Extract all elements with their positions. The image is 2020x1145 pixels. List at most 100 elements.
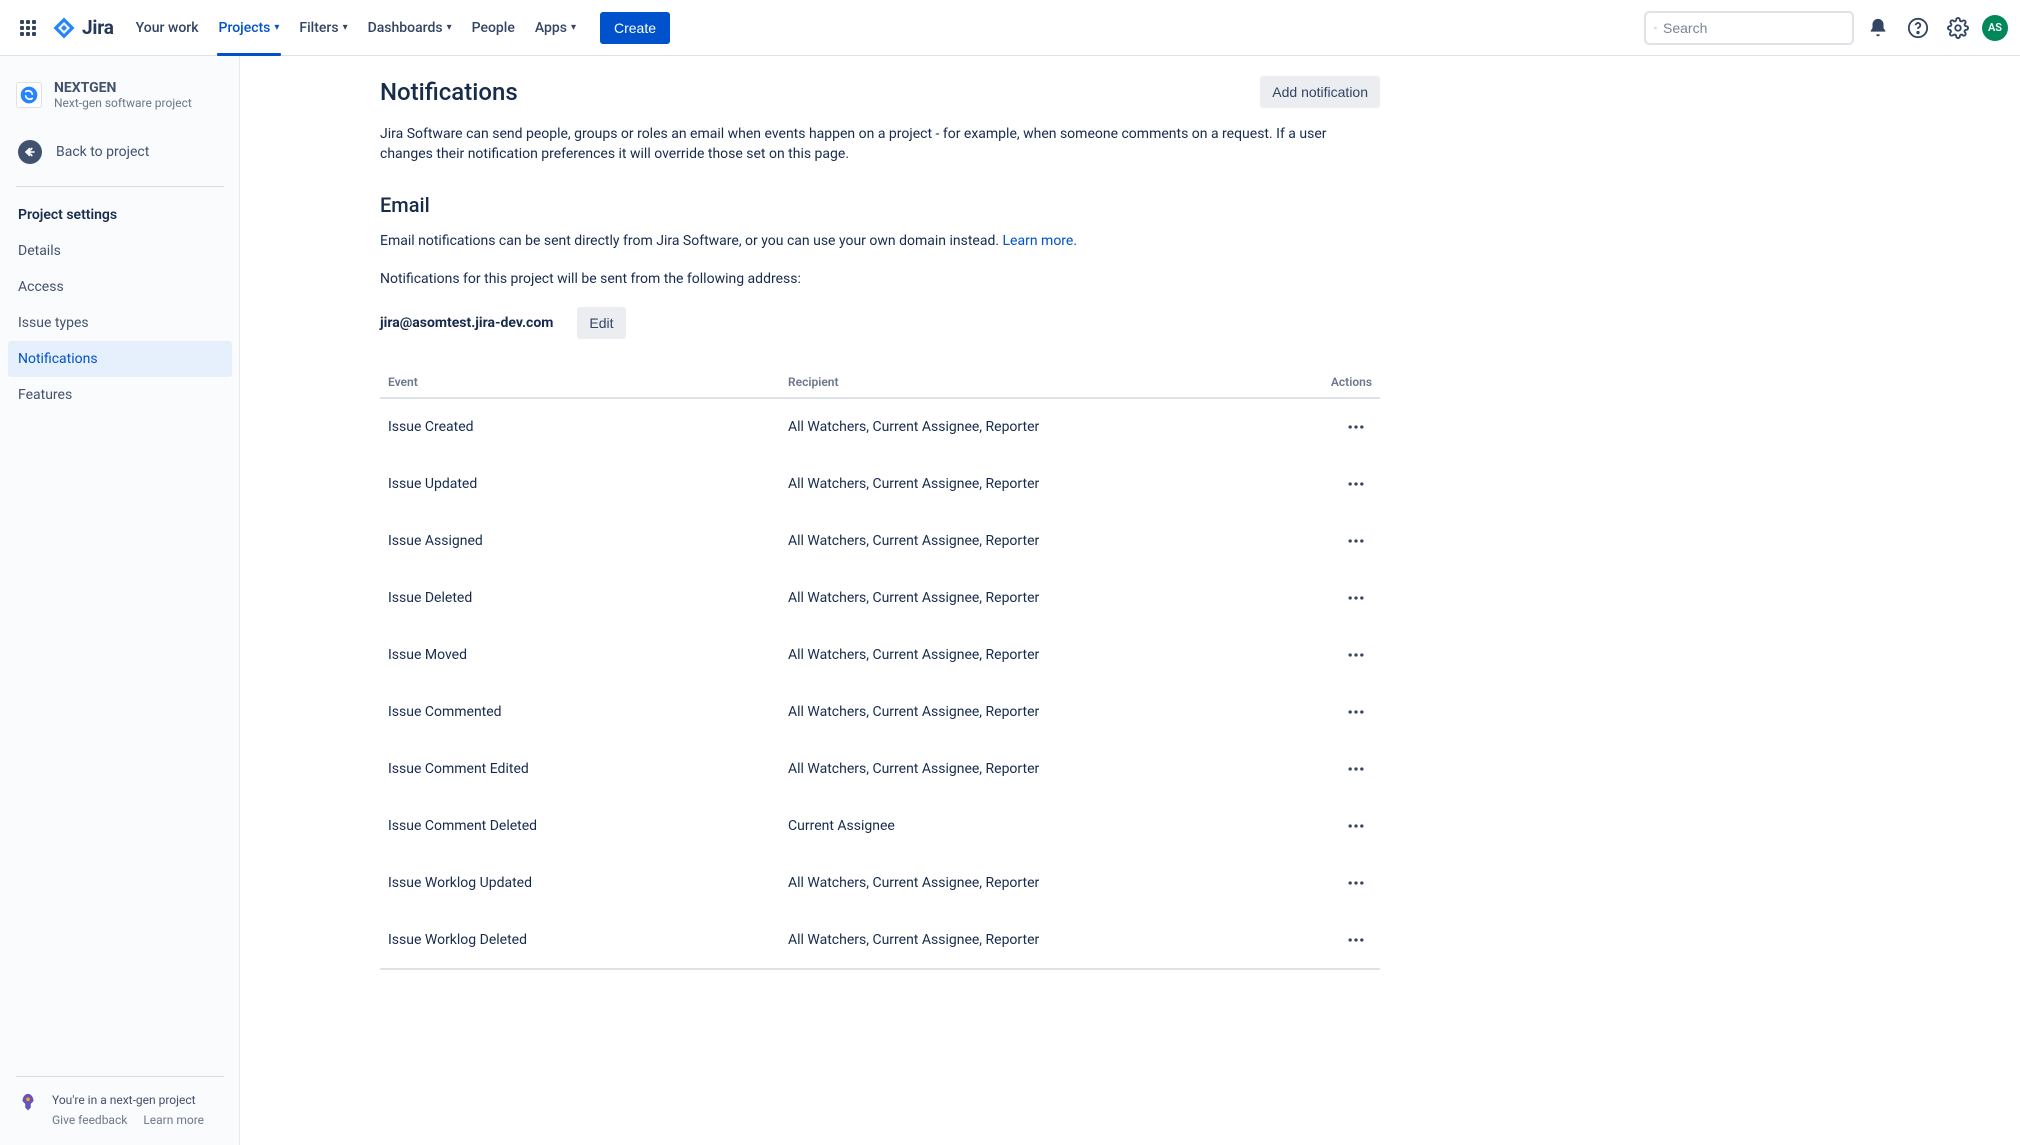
nav-item-dashboards[interactable]: Dashboards▾	[358, 0, 462, 56]
cell-event: Issue Created	[380, 398, 780, 456]
chevron-down-icon: ▾	[274, 22, 279, 33]
email-row: jira@asomtest.jira-dev.com Edit	[380, 307, 1380, 339]
nav-item-apps[interactable]: Apps▾	[525, 0, 586, 56]
jira-logo-text: Jira	[82, 16, 114, 39]
cell-recipient: All Watchers, Current Assignee, Reporter	[780, 912, 1260, 970]
notifications-table: Event Recipient Actions Issue CreatedAll…	[380, 367, 1380, 970]
email-learn-more-link[interactable]: Learn more	[1003, 233, 1074, 249]
cell-actions	[1260, 798, 1380, 855]
back-to-project-link[interactable]: Back to project	[8, 130, 232, 174]
row-actions-button[interactable]	[1340, 924, 1372, 956]
cell-recipient: All Watchers, Current Assignee, Reporter	[780, 570, 1260, 627]
row-actions-button[interactable]	[1340, 468, 1372, 500]
rocket-icon	[16, 1091, 40, 1115]
row-actions-button[interactable]	[1340, 411, 1372, 443]
more-icon	[1346, 759, 1366, 779]
table-row: Issue Worklog UpdatedAll Watchers, Curre…	[380, 855, 1380, 912]
row-actions-button[interactable]	[1340, 696, 1372, 728]
cell-actions	[1260, 513, 1380, 570]
nav-item-people[interactable]: People	[462, 0, 525, 56]
th-actions: Actions	[1260, 367, 1380, 398]
gear-icon	[1947, 17, 1969, 39]
user-avatar[interactable]: AS	[1982, 15, 2008, 41]
sidebar-item-access[interactable]: Access	[8, 269, 232, 305]
give-feedback-link[interactable]: Give feedback	[52, 1111, 127, 1129]
nav-right: AS	[1644, 11, 2008, 45]
sidebar-resizer[interactable]	[237, 56, 240, 1145]
project-subtitle: Next-gen software project	[54, 96, 192, 110]
cell-event: Issue Deleted	[380, 570, 780, 627]
more-icon	[1346, 474, 1366, 494]
footer-text: You're in a next-gen project Give feedba…	[52, 1091, 204, 1129]
nav-item-label: Projects	[219, 20, 271, 36]
sidebar-item-features[interactable]: Features	[8, 377, 232, 413]
sidebar: NEXTGEN Next-gen software project Back t…	[0, 56, 240, 1145]
page-header: Notifications Add notification	[380, 76, 1380, 108]
project-icon	[16, 82, 42, 108]
cell-event: Issue Worklog Updated	[380, 855, 780, 912]
row-actions-button[interactable]	[1340, 810, 1372, 842]
settings-button[interactable]	[1942, 12, 1974, 44]
nav-item-filters[interactable]: Filters▾	[289, 0, 357, 56]
more-icon	[1346, 930, 1366, 950]
app-switcher-button[interactable]	[12, 12, 44, 44]
sidebar-item-issue-types[interactable]: Issue types	[8, 305, 232, 341]
cell-event: Issue Assigned	[380, 513, 780, 570]
help-button[interactable]	[1902, 12, 1934, 44]
nav-items: Your workProjects▾Filters▾Dashboards▾Peo…	[126, 0, 586, 56]
table-row: Issue Worklog DeletedAll Watchers, Curre…	[380, 912, 1380, 970]
table-row: Issue UpdatedAll Watchers, Current Assig…	[380, 456, 1380, 513]
notifications-button[interactable]	[1862, 12, 1894, 44]
sidebar-items: DetailsAccessIssue typesNotificationsFea…	[8, 233, 232, 413]
cell-actions	[1260, 627, 1380, 684]
row-actions-button[interactable]	[1340, 867, 1372, 899]
nav-item-label: People	[472, 20, 515, 36]
more-icon	[1346, 702, 1366, 722]
search-box[interactable]	[1644, 11, 1854, 45]
learn-more-link[interactable]: Learn more	[143, 1111, 204, 1129]
table-row: Issue CreatedAll Watchers, Current Assig…	[380, 398, 1380, 456]
sidebar-heading: Project settings	[8, 203, 232, 233]
search-input[interactable]	[1663, 20, 1844, 36]
help-icon	[1907, 17, 1929, 39]
chevron-down-icon: ▾	[571, 22, 576, 33]
back-to-project-label: Back to project	[56, 144, 149, 160]
cell-actions	[1260, 912, 1380, 970]
jira-logo[interactable]: Jira	[52, 16, 114, 40]
more-icon	[1346, 417, 1366, 437]
add-notification-button[interactable]: Add notification	[1260, 76, 1380, 108]
cell-recipient: Current Assignee	[780, 798, 1260, 855]
sidebar-item-notifications[interactable]: Notifications	[8, 341, 232, 377]
create-button[interactable]: Create	[600, 12, 670, 44]
nav-item-your-work[interactable]: Your work	[126, 0, 209, 56]
chevron-down-icon: ▾	[343, 22, 348, 33]
row-actions-button[interactable]	[1340, 525, 1372, 557]
sidebar-separator	[16, 186, 224, 187]
nav-left: Jira Your workProjects▾Filters▾Dashboard…	[12, 0, 670, 56]
footer-message: You're in a next-gen project	[52, 1091, 204, 1109]
table-row: Issue AssignedAll Watchers, Current Assi…	[380, 513, 1380, 570]
cell-actions	[1260, 741, 1380, 798]
table-row: Issue DeletedAll Watchers, Current Assig…	[380, 570, 1380, 627]
more-icon	[1346, 873, 1366, 893]
row-actions-button[interactable]	[1340, 753, 1372, 785]
row-actions-button[interactable]	[1340, 639, 1372, 671]
nav-item-label: Dashboards	[368, 20, 443, 36]
table-header-row: Event Recipient Actions	[380, 367, 1380, 398]
cell-actions	[1260, 855, 1380, 912]
cell-recipient: All Watchers, Current Assignee, Reporter	[780, 741, 1260, 798]
project-text: NEXTGEN Next-gen software project	[54, 80, 192, 110]
cell-actions	[1260, 684, 1380, 741]
cell-event: Issue Worklog Deleted	[380, 912, 780, 970]
email-heading: Email	[380, 193, 1380, 217]
refresh-icon	[19, 85, 39, 105]
email-desc-text: Email notifications can be sent directly…	[380, 233, 1003, 249]
more-icon	[1346, 531, 1366, 551]
edit-email-button[interactable]: Edit	[577, 307, 625, 339]
th-recipient: Recipient	[780, 367, 1260, 398]
nav-item-projects[interactable]: Projects▾	[209, 0, 290, 56]
row-actions-button[interactable]	[1340, 582, 1372, 614]
cell-recipient: All Watchers, Current Assignee, Reporter	[780, 627, 1260, 684]
sidebar-item-details[interactable]: Details	[8, 233, 232, 269]
more-icon	[1346, 645, 1366, 665]
